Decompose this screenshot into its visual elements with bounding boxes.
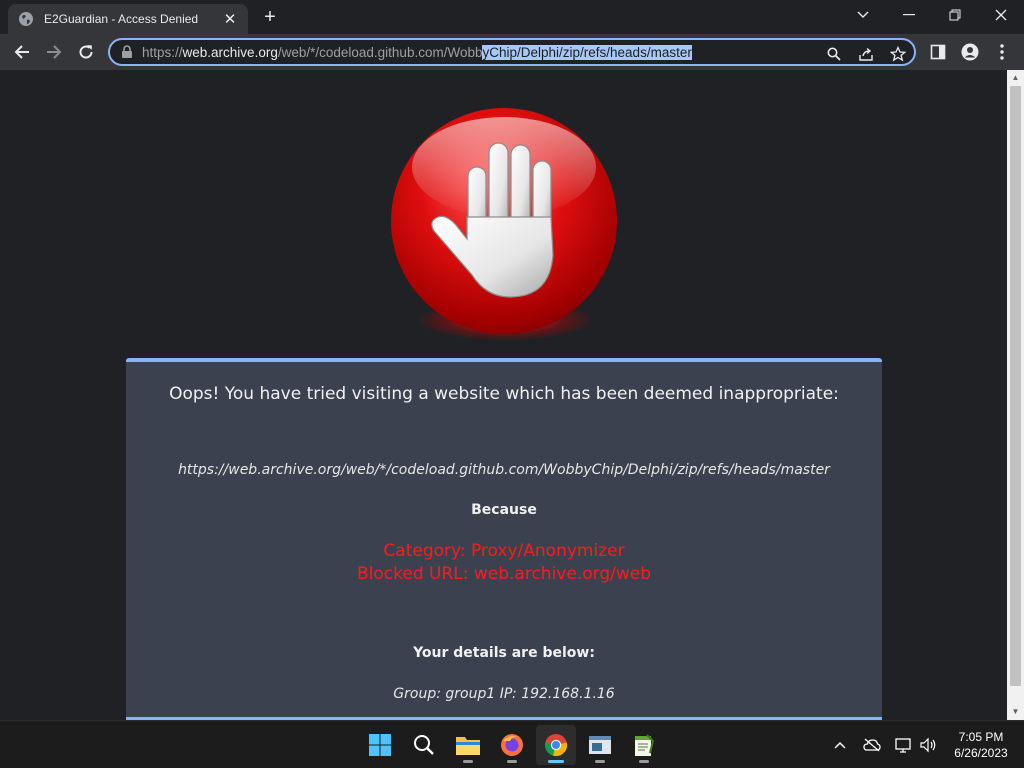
menu-button[interactable] <box>992 42 1012 62</box>
because-label: Because <box>471 502 537 518</box>
lock-icon[interactable] <box>120 45 134 59</box>
close-window-button[interactable] <box>978 0 1024 30</box>
scroll-up-arrow-icon[interactable]: ▲ <box>1007 70 1024 86</box>
vertical-scrollbar[interactable]: ▲ ▼ <box>1007 70 1024 720</box>
star-icon <box>890 46 906 62</box>
denied-heading: Oops! You have tried visiting a website … <box>169 384 839 404</box>
clock-time: 7:05 PM <box>958 730 1004 744</box>
firefox-icon <box>501 734 523 756</box>
blocked-url-text: https://web.archive.org/web/*/codeload.g… <box>178 462 830 478</box>
side-panel-button[interactable] <box>928 42 948 62</box>
close-icon <box>995 9 1007 21</box>
stop-hand-icon <box>391 108 617 334</box>
running-indicator <box>639 760 649 763</box>
access-denied-panel: Oops! You have tried visiting a website … <box>126 358 882 720</box>
forward-button[interactable] <box>40 38 68 66</box>
details-heading: Your details are below: <box>413 645 595 661</box>
restore-icon <box>949 9 961 21</box>
chrome-button[interactable] <box>536 725 576 765</box>
restore-button[interactable] <box>932 0 978 30</box>
minimize-button[interactable] <box>886 0 932 30</box>
url-scheme: https:// <box>142 44 183 60</box>
more-vert-icon <box>1000 44 1004 60</box>
url-path: /web/*/codeload.github.com/Wobb <box>277 44 483 60</box>
search-taskbar-button[interactable] <box>404 725 444 765</box>
back-button[interactable] <box>8 38 36 66</box>
notepad-app-button[interactable] <box>624 725 664 765</box>
new-tab-button[interactable]: + <box>258 6 282 30</box>
bookmark-button[interactable] <box>888 44 908 64</box>
show-hidden-icons-button[interactable] <box>828 733 852 757</box>
chevron-down-icon <box>857 11 869 18</box>
onedrive-tray-button[interactable] <box>860 733 884 757</box>
url-selected-text: yChip/Delphi/zip/refs/heads/master <box>482 44 692 60</box>
share-icon <box>859 47 873 61</box>
scroll-thumb[interactable] <box>1010 86 1021 686</box>
file-explorer-button[interactable] <box>448 725 488 765</box>
volume-tray-button[interactable] <box>916 733 940 757</box>
chevron-up-icon <box>834 741 846 749</box>
firefox-button[interactable] <box>492 725 532 765</box>
avatar-icon <box>961 43 979 61</box>
running-indicator <box>463 760 473 763</box>
windows-logo-icon <box>369 734 391 756</box>
search-icon <box>414 735 434 755</box>
page-content: Oops! You have tried visiting a website … <box>0 70 1007 720</box>
start-button[interactable] <box>360 725 400 765</box>
search-icon <box>827 47 841 61</box>
arrow-right-icon <box>47 45 62 59</box>
reload-icon <box>79 45 93 59</box>
notepad-icon <box>635 734 655 756</box>
browser-toolbar: https://web.archive.org/web/*/codeload.g… <box>0 34 1024 70</box>
running-indicator <box>548 760 564 763</box>
chrome-icon <box>545 734 568 757</box>
reload-button[interactable] <box>72 38 100 66</box>
tab-search-button[interactable] <box>840 0 886 30</box>
share-button[interactable] <box>856 44 876 64</box>
running-indicator <box>595 760 605 763</box>
window-app-icon <box>589 736 611 754</box>
group-ip-info: Group: group1 IP: 192.168.1.16 <box>393 686 615 702</box>
clock-date: 6/26/2023 <box>954 746 1008 760</box>
running-indicator <box>507 760 517 763</box>
volume-icon <box>920 737 936 753</box>
terminal-app-button[interactable] <box>580 725 620 765</box>
profile-button[interactable] <box>960 42 980 62</box>
category-reason: Category: Proxy/Anonymizer <box>383 541 625 561</box>
folder-icon <box>456 737 480 755</box>
address-text: https://web.archive.org/web/*/codeload.g… <box>142 44 692 60</box>
arrow-left-icon <box>14 45 29 59</box>
scroll-down-arrow-icon[interactable]: ▼ <box>1007 704 1024 720</box>
network-tray-button[interactable] <box>892 733 916 757</box>
cloud-off-icon <box>863 738 881 752</box>
tab-strip: E2Guardian - Access Denied ✕ + <box>0 0 1024 34</box>
tab-title: E2Guardian - Access Denied <box>44 12 199 26</box>
network-icon <box>895 738 911 753</box>
side-panel-icon <box>930 44 946 60</box>
blocked-url-reason: Blocked URL: web.archive.org/web <box>356 564 651 584</box>
windows-taskbar: 7:05 PM 6/26/2023 <box>0 720 1024 768</box>
tab-e2guardian[interactable]: E2Guardian - Access Denied ✕ <box>8 4 248 34</box>
url-host: web.archive.org <box>182 44 278 60</box>
tab-close-icon[interactable]: ✕ <box>222 10 238 28</box>
zoom-search-button[interactable] <box>824 44 844 64</box>
minimize-icon <box>903 14 915 16</box>
address-bar[interactable]: https://web.archive.org/web/*/codeload.g… <box>108 38 916 66</box>
system-clock[interactable]: 7:05 PM 6/26/2023 <box>946 729 1016 761</box>
globe-icon <box>19 12 33 26</box>
